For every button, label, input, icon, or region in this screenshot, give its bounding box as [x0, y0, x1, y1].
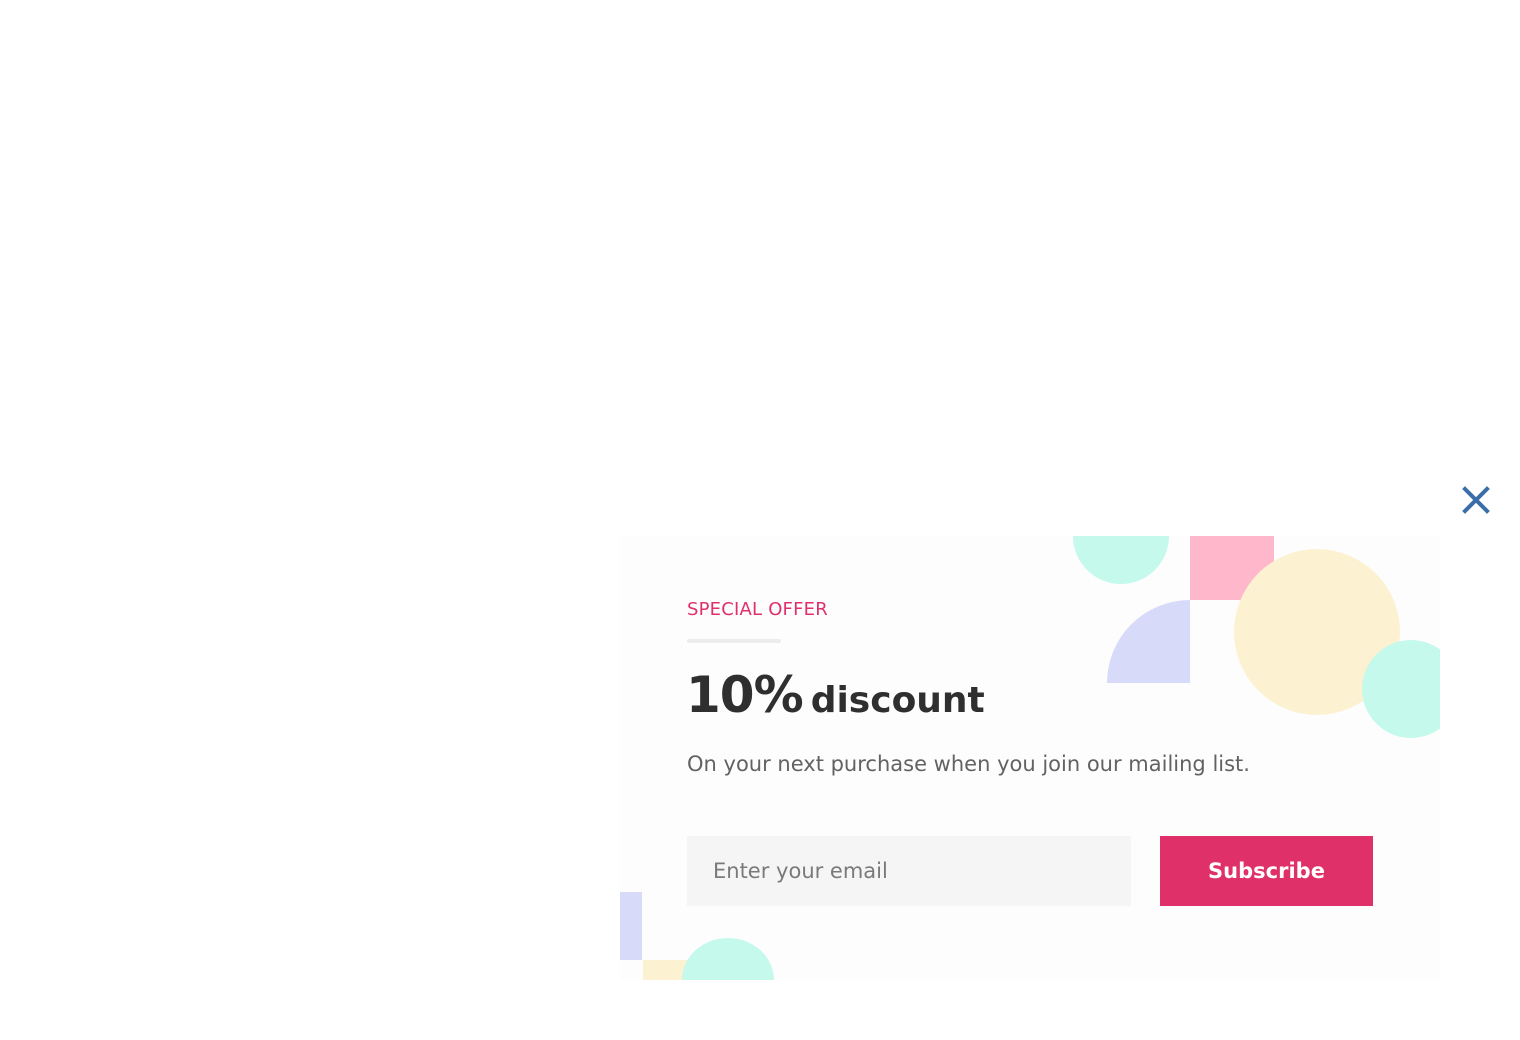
discount-value: 10% — [686, 666, 804, 724]
close-icon — [1462, 486, 1490, 514]
discount-text: discount — [810, 680, 985, 721]
mint-half-circle-shape — [1073, 536, 1169, 584]
special-offer-label: SPECIAL OFFER — [687, 599, 828, 620]
email-input[interactable] — [687, 836, 1131, 906]
lavender-bar-shape — [620, 892, 642, 960]
mint-dome-shape — [682, 938, 774, 980]
lavender-quarter-circle-shape — [1107, 600, 1190, 683]
page: SPECIAL OFFER 10% discount On your next p… — [0, 0, 1520, 1040]
discount-headline: 10% discount — [686, 660, 985, 742]
newsletter-popup: SPECIAL OFFER 10% discount On your next p… — [620, 536, 1440, 980]
subscribe-button[interactable]: Subscribe — [1160, 836, 1373, 906]
eyebrow-divider — [687, 639, 781, 643]
close-button[interactable] — [1458, 482, 1494, 518]
offer-description: On your next purchase when you join our … — [687, 752, 1250, 776]
